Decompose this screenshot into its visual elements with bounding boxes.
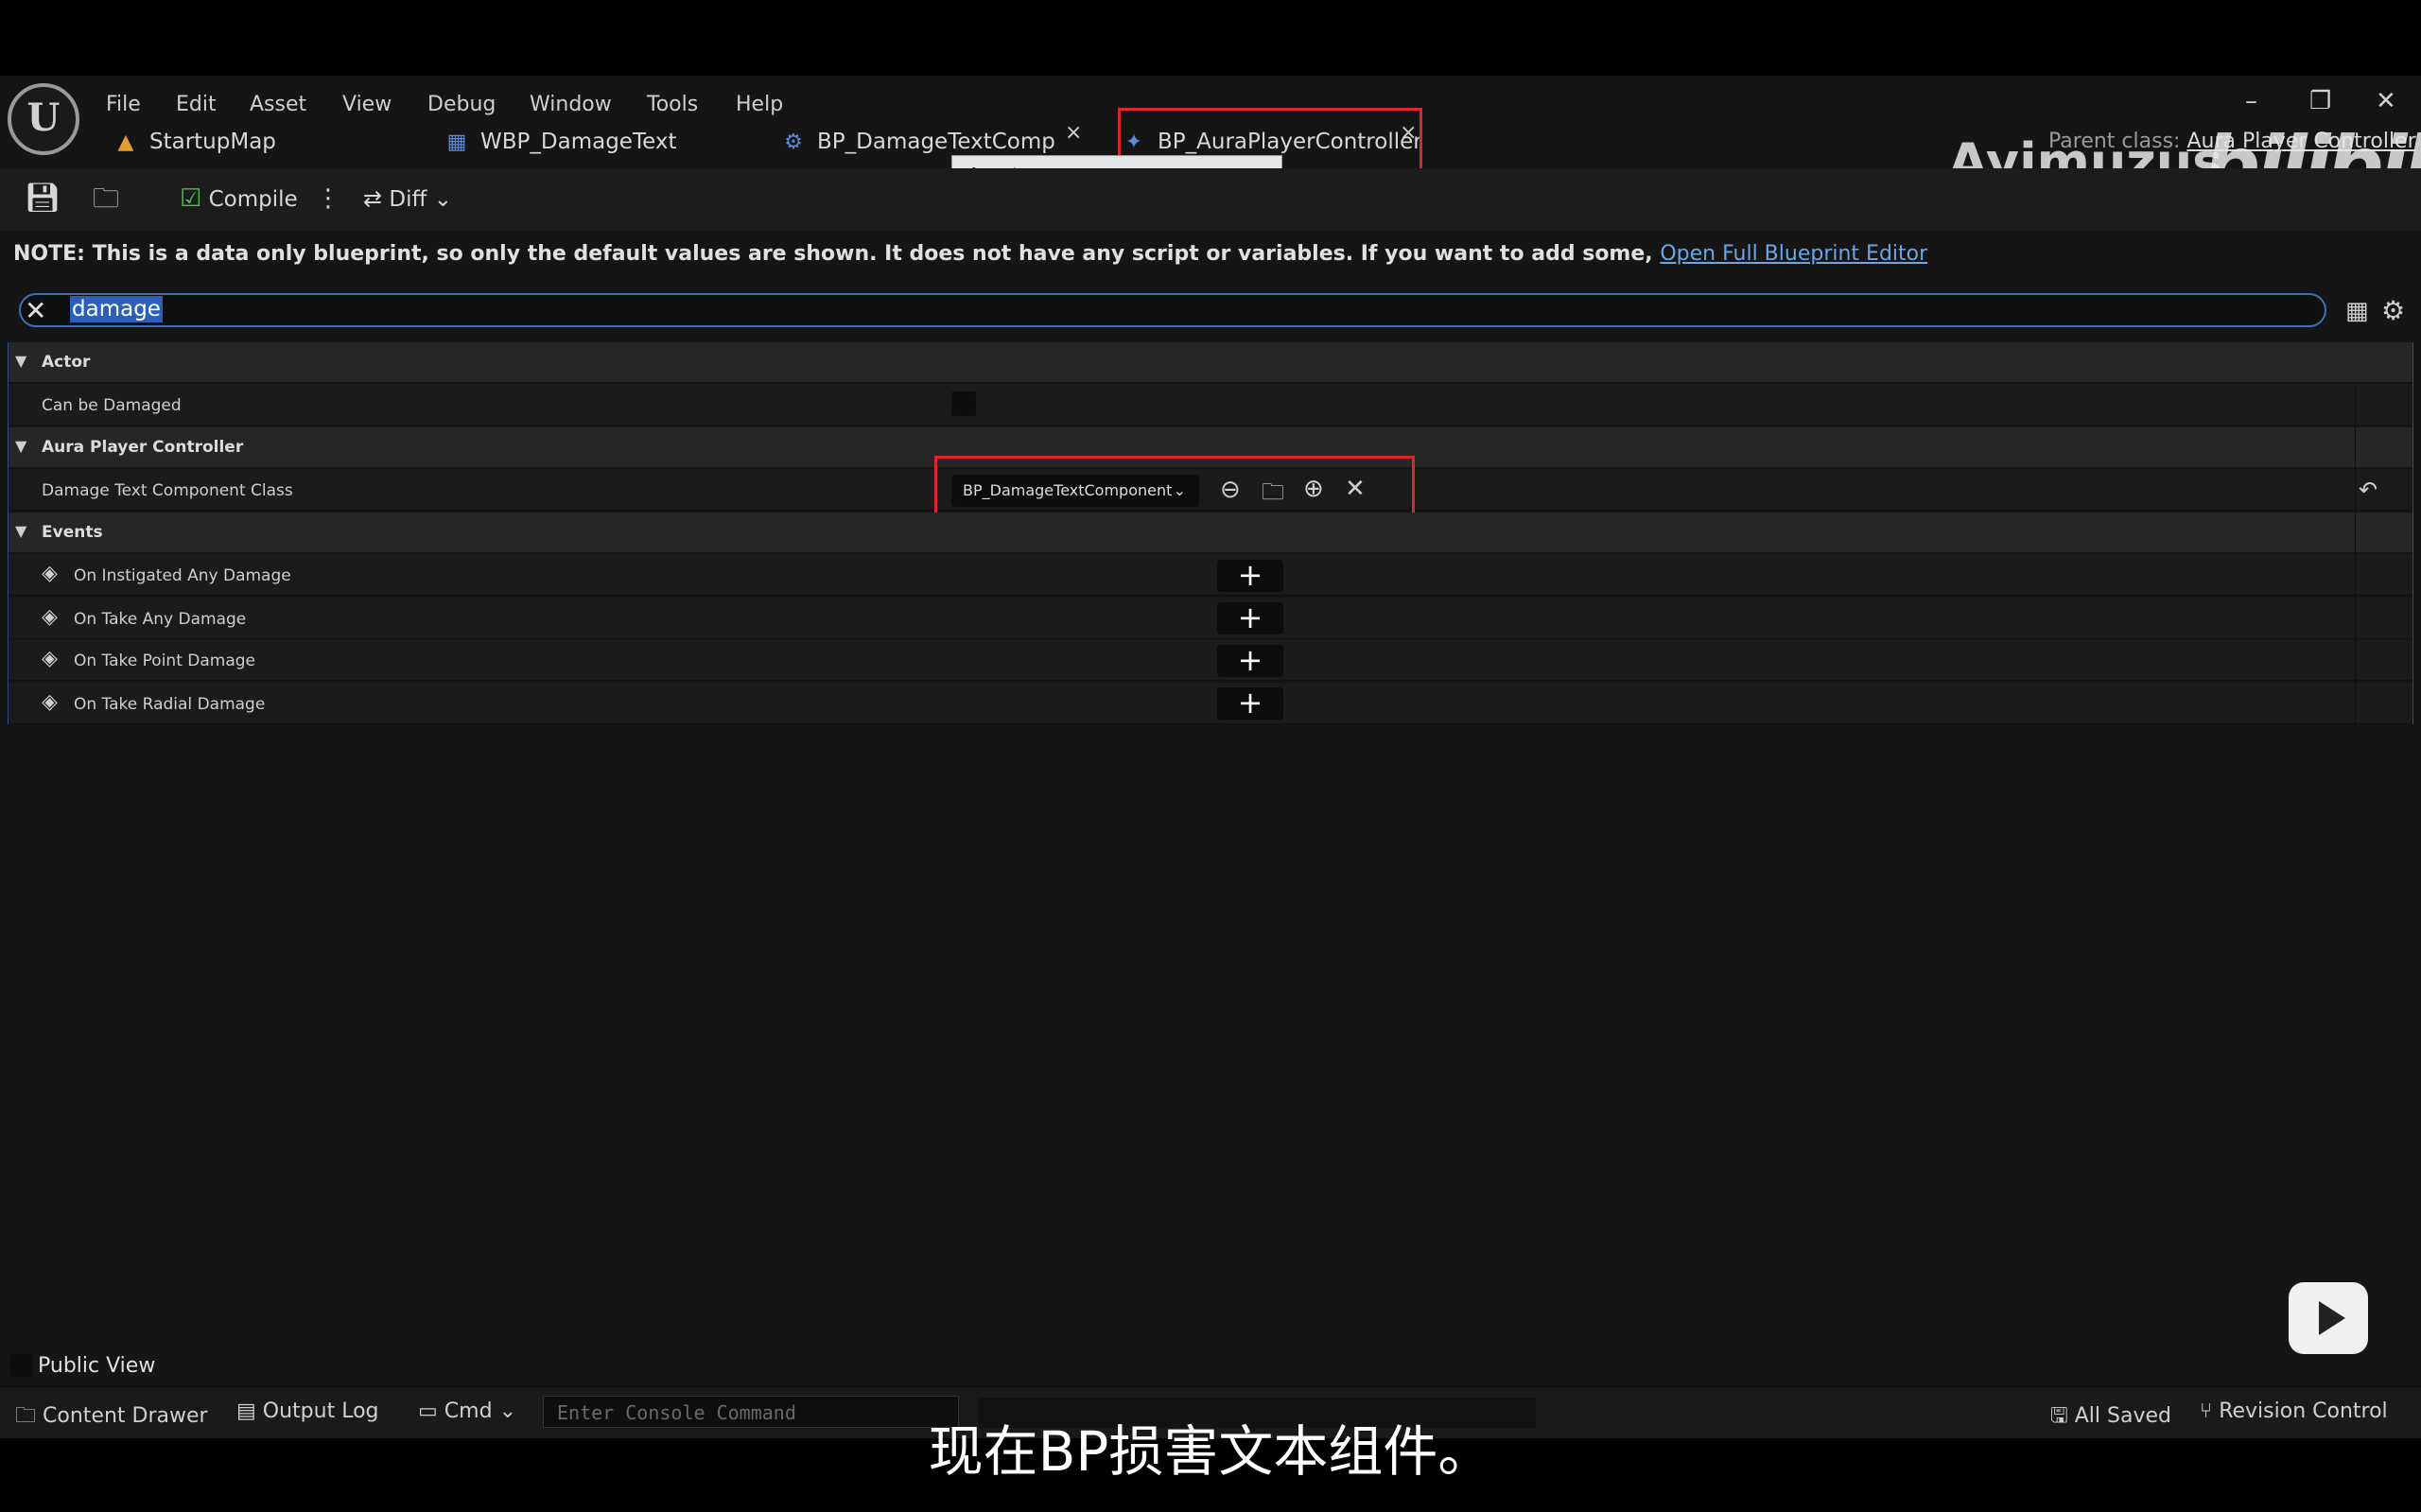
settings-gear-icon[interactable]: ⚙: [2381, 295, 2405, 326]
diff-label: Diff: [389, 187, 427, 212]
event-icon: ◈: [42, 690, 58, 714]
add-event-button[interactable]: +: [1217, 602, 1283, 634]
public-view-label: Public View: [38, 1354, 156, 1378]
play-triangle-icon: [2319, 1301, 2345, 1335]
menu-asset[interactable]: Asset: [250, 93, 306, 116]
compile-label: Compile: [208, 187, 298, 212]
reset-to-default-icon[interactable]: ↶: [2359, 477, 2377, 503]
event-label: On Take Point Damage: [74, 652, 255, 670]
open-full-editor-link[interactable]: Open Full Blueprint Editor: [1660, 242, 1927, 266]
save-icon[interactable]: 💾︎: [25, 182, 61, 216]
search-input[interactable]: [19, 293, 2326, 327]
category-label: Events: [42, 523, 103, 542]
menu-help[interactable]: Help: [736, 93, 783, 116]
level-icon: ▲: [117, 130, 134, 154]
chevron-down-icon: ⌄: [433, 187, 452, 212]
grid-view-icon[interactable]: ▦: [2345, 297, 2369, 325]
compile-check-icon: ☑: [180, 184, 202, 213]
event-icon: ◈: [42, 605, 58, 629]
category-events[interactable]: [9, 513, 2412, 552]
category-actor[interactable]: [9, 342, 2412, 382]
compile-options-icon[interactable]: ⋮: [316, 182, 340, 216]
clear-search-icon[interactable]: ✕: [25, 295, 46, 326]
compile-button[interactable]: ☑ Compile: [180, 182, 298, 217]
menu-edit[interactable]: Edit: [176, 93, 217, 116]
widget-blueprint-icon: ▦: [446, 130, 467, 154]
public-view-checkbox[interactable]: [9, 1354, 32, 1377]
event-row: [9, 598, 2412, 639]
add-event-button[interactable]: +: [1217, 560, 1283, 592]
expand-arrow-icon[interactable]: ▼: [15, 522, 26, 540]
event-row: [9, 554, 2412, 596]
category-label: Aura Player Controller: [42, 438, 244, 457]
event-icon: ◈: [42, 562, 58, 585]
menu-tools[interactable]: Tools: [647, 93, 698, 116]
add-event-button[interactable]: +: [1217, 645, 1283, 677]
blueprint-icon: ⚙: [784, 130, 803, 154]
property-row: [9, 384, 2412, 426]
tab-label: WBP_DamageText: [480, 130, 677, 154]
add-event-button[interactable]: +: [1217, 687, 1283, 720]
tab-label: StartupMap: [149, 130, 276, 154]
property-label: Can be Damaged: [42, 396, 182, 415]
tab-wbp-damagetext[interactable]: ▦ WBP_DamageText: [444, 119, 677, 165]
event-icon: ◈: [42, 647, 58, 670]
minimize-icon[interactable]: –: [2245, 87, 2257, 115]
close-window-icon[interactable]: ✕: [2376, 87, 2396, 115]
category-label: Actor: [42, 353, 91, 372]
menu-window[interactable]: Window: [530, 93, 612, 116]
can-be-damaged-checkbox[interactable]: [951, 391, 976, 416]
menu-view[interactable]: View: [342, 93, 392, 116]
bilibili-tv-icon: [2289, 1282, 2368, 1354]
restore-icon[interactable]: ❐: [2309, 87, 2331, 115]
property-label: Damage Text Component Class: [42, 481, 293, 500]
diff-button[interactable]: ⇄ Diff ⌄: [363, 182, 452, 217]
event-row: [9, 683, 2412, 724]
expand-arrow-icon[interactable]: ▼: [15, 352, 26, 370]
column-divider: [2355, 384, 2356, 724]
editor-window: [0, 76, 2421, 1437]
menu-debug[interactable]: Debug: [427, 93, 496, 116]
tab-label: BP_DamageTextComp: [817, 130, 1055, 154]
expand-arrow-icon[interactable]: ▼: [15, 437, 26, 455]
menu-file[interactable]: File: [106, 93, 141, 116]
tab-startupmap[interactable]: ▲ StartupMap: [113, 119, 276, 165]
data-only-note: NOTE: This is a data only blueprint, so …: [13, 242, 1927, 266]
highlight-box-property: [934, 456, 1415, 520]
event-label: On Instigated Any Damage: [74, 566, 291, 585]
note-text: NOTE: This is a data only blueprint, so …: [13, 242, 1653, 266]
event-label: On Take Any Damage: [74, 610, 247, 629]
diff-icon: ⇄: [363, 185, 383, 212]
browse-icon[interactable]: 🗀︎: [93, 182, 119, 216]
event-label: On Take Radial Damage: [74, 695, 266, 714]
event-row: [9, 639, 2412, 681]
search-value[interactable]: damage: [70, 296, 163, 322]
unreal-logo-icon[interactable]: U: [8, 83, 79, 155]
close-tab-icon[interactable]: ×: [1065, 121, 1082, 145]
video-subtitle: 现在BP损害文本组件。: [928, 1419, 1493, 1484]
